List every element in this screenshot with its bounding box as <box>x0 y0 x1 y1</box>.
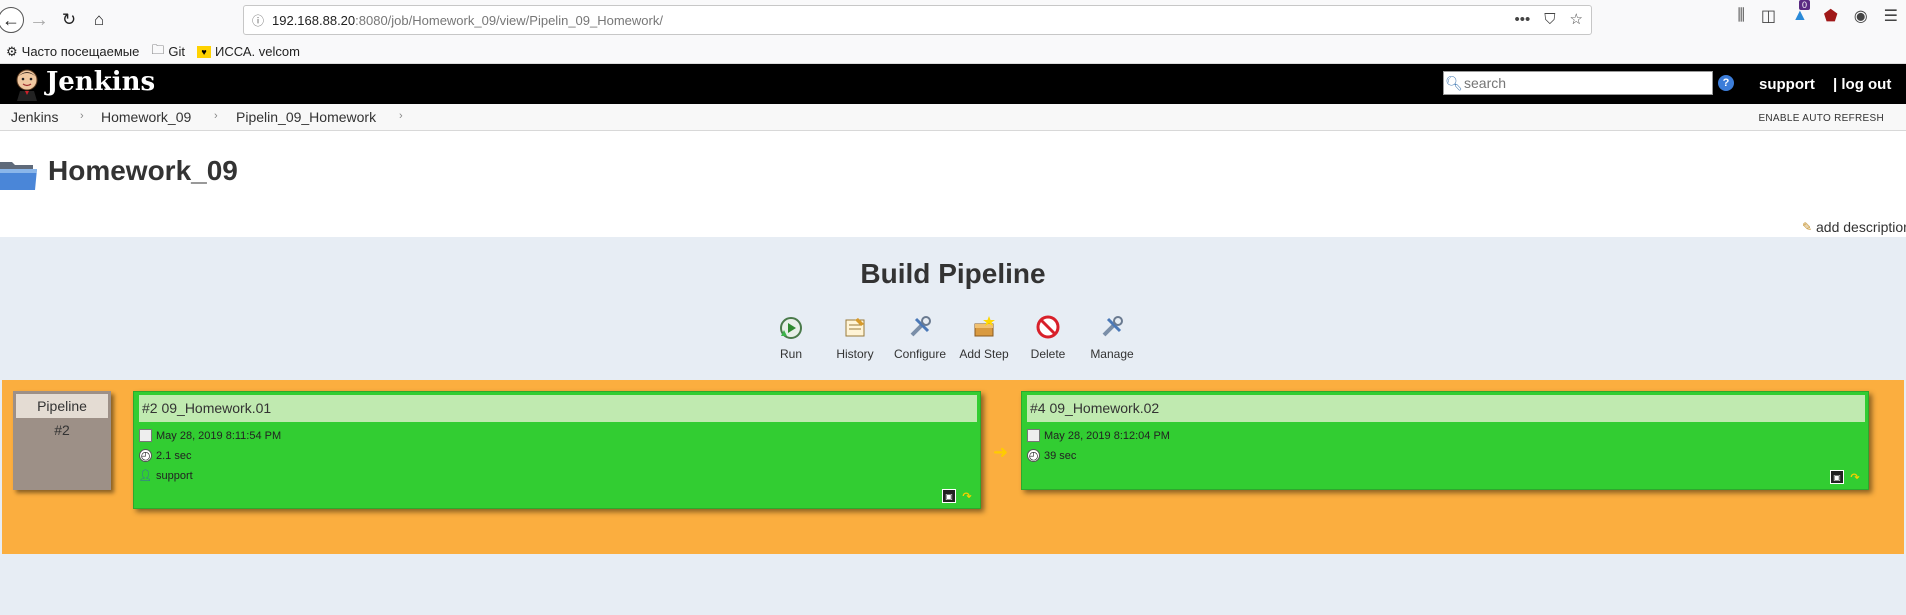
bookmarks-bar: ⚙ Часто посещаемые 🗀 Git ♥ ИССА. velcom <box>0 40 1906 64</box>
run-button[interactable]: Run <box>756 313 826 361</box>
build-card: #2 09_Homework.01 May 28, 2019 8:11:54 P… <box>133 391 981 509</box>
console-icon[interactable]: ▣ <box>942 489 956 503</box>
breadcrumb-separator[interactable]: › <box>80 110 84 122</box>
add-description-label: add description <box>1816 219 1906 235</box>
clock-icon: ◴ <box>139 449 152 462</box>
add-step-label: Add Step <box>959 347 1009 361</box>
extension-badge: 0 <box>1798 0 1810 10</box>
search-icon: 🔍︎ <box>1445 74 1463 91</box>
bookmark-git[interactable]: 🗀 Git <box>151 41 185 63</box>
manage-icon <box>1098 313 1126 341</box>
extension-icon[interactable]: ▲ 0 <box>1792 0 1810 25</box>
clock-icon: ◴ <box>1027 449 1040 462</box>
reload-button[interactable]: ↻ <box>54 5 84 35</box>
search-box[interactable]: 🔍︎ <box>1443 71 1713 95</box>
delete-button[interactable]: Delete <box>1013 313 1083 361</box>
enable-auto-refresh-link[interactable]: ENABLE AUTO REFRESH <box>1758 113 1884 124</box>
velcom-logo-icon: ♥ <box>197 45 212 58</box>
account-icon[interactable]: ◉ <box>1854 6 1868 26</box>
url-host: 192.168.88.20 <box>272 12 356 28</box>
jenkins-butler-icon[interactable] <box>12 67 42 101</box>
bookmark-most-visited[interactable]: ⚙ Часто посещаемые <box>6 44 139 60</box>
pipeline-head-label: Pipeline <box>16 394 108 418</box>
back-button[interactable]: ← <box>0 7 24 33</box>
bookmark-label: Часто посещаемые <box>21 44 140 59</box>
pipeline-head-number: #2 <box>54 422 70 438</box>
home-button[interactable]: ⌂ <box>84 5 114 35</box>
sidebar-icon[interactable]: ◫ <box>1761 6 1776 26</box>
url-path: :8080/job/Homework_09/view/Pipelin_09_Ho… <box>355 12 663 28</box>
console-icon[interactable]: ▣ <box>1830 470 1844 484</box>
user-link[interactable]: support <box>1759 76 1815 93</box>
build-user: support <box>156 469 193 482</box>
build-card-title[interactable]: #4 09_Homework.02 <box>1027 395 1865 422</box>
history-button[interactable]: History <box>820 313 890 361</box>
info-icon[interactable]: ⓘ <box>244 12 272 29</box>
edit-note-icon: ✎ <box>1801 220 1813 234</box>
page-actions-icon[interactable]: ••• <box>1515 10 1531 28</box>
ublock-icon[interactable]: ⬟ <box>1824 6 1838 26</box>
help-icon[interactable]: ? <box>1718 75 1734 91</box>
breadcrumb-pipeline[interactable]: Pipelin_09_Homework <box>236 109 376 125</box>
breadcrumb-jenkins[interactable]: Jenkins <box>11 109 58 125</box>
add-description-link[interactable]: ✎ add description <box>1800 219 1906 235</box>
history-icon <box>841 313 869 341</box>
build-duration: 39 sec <box>1044 449 1077 462</box>
jenkins-title[interactable]: Jenkins <box>46 67 155 97</box>
rerun-icon[interactable]: ↷ <box>1848 470 1862 484</box>
bookmark-label: ИССА. velcom <box>215 44 300 59</box>
build-duration-row: ◴ 39 sec <box>1027 449 1076 462</box>
page-title: Homework_09 <box>48 155 238 186</box>
configure-label: Configure <box>893 347 947 361</box>
build-user-row: 👤︎ support <box>138 469 193 483</box>
pipeline-head: Pipeline #2 <box>13 391 111 490</box>
breadcrumb: Jenkins › Homework_09 › Pipelin_09_Homew… <box>0 104 1906 131</box>
build-card-title[interactable]: #2 09_Homework.01 <box>139 395 977 422</box>
build-duration: 2.1 sec <box>156 449 192 462</box>
delete-icon <box>1034 313 1062 341</box>
menu-icon[interactable]: ☰ <box>1884 6 1898 26</box>
library-icon[interactable]: ⫼ <box>1737 7 1744 25</box>
url-bar[interactable]: ⓘ 192.168.88.20:8080/job/Homework_09/vie… <box>243 5 1592 35</box>
calendar-icon <box>1027 429 1040 442</box>
calendar-icon <box>139 429 152 442</box>
breadcrumb-separator[interactable]: › <box>214 110 218 122</box>
add-step-button[interactable]: Add Step <box>949 313 1019 361</box>
history-label: History <box>836 347 874 361</box>
add-step-icon <box>970 313 998 341</box>
configure-button[interactable]: Configure <box>885 313 955 361</box>
build-card: #4 09_Homework.02 May 28, 2019 8:12:04 P… <box>1021 391 1869 490</box>
breadcrumb-separator[interactable]: › <box>399 110 403 122</box>
build-date: May 28, 2019 8:12:04 PM <box>1044 429 1170 442</box>
run-label: Run <box>779 347 802 361</box>
delete-label: Delete <box>1030 347 1066 361</box>
pocket-icon[interactable]: ⛉ <box>1544 10 1555 28</box>
pipeline-arrow-icon: ➜ <box>993 442 1009 462</box>
bookmark-label: Git <box>168 44 186 59</box>
build-date-row: May 28, 2019 8:12:04 PM <box>1027 429 1170 442</box>
manage-label: Manage <box>1090 347 1134 361</box>
breadcrumb-homework[interactable]: Homework_09 <box>101 109 191 125</box>
browser-toolbar: ← → ↻ ⌂ ⓘ 192.168.88.20:8080/job/Homewor… <box>0 0 1906 40</box>
build-duration-row: ◴ 2.1 sec <box>139 449 191 462</box>
rerun-icon[interactable]: ↷ <box>960 489 974 503</box>
forward-button[interactable]: → <box>24 5 54 35</box>
configure-icon <box>906 313 934 341</box>
folder-icon <box>0 162 37 190</box>
manage-button[interactable]: Manage <box>1077 313 1147 361</box>
search-input[interactable] <box>1464 75 1704 91</box>
jenkins-header: Jenkins 🔍︎ ? support | log out <box>0 64 1906 104</box>
run-icon <box>777 313 805 341</box>
bookmark-velcom[interactable]: ♥ ИССА. velcom <box>197 44 300 59</box>
build-date-row: May 28, 2019 8:11:54 PM <box>139 429 281 442</box>
bookmark-star-icon[interactable]: ☆ <box>1570 10 1583 28</box>
logout-link[interactable]: | log out <box>1833 76 1891 93</box>
gear-icon: ⚙ <box>6 43 18 59</box>
build-date: May 28, 2019 8:11:54 PM <box>156 429 282 442</box>
user-icon: 👤︎ <box>138 470 153 482</box>
pipeline-title: Build Pipeline <box>860 258 1046 289</box>
folder-icon: 🗀 <box>151 41 165 57</box>
